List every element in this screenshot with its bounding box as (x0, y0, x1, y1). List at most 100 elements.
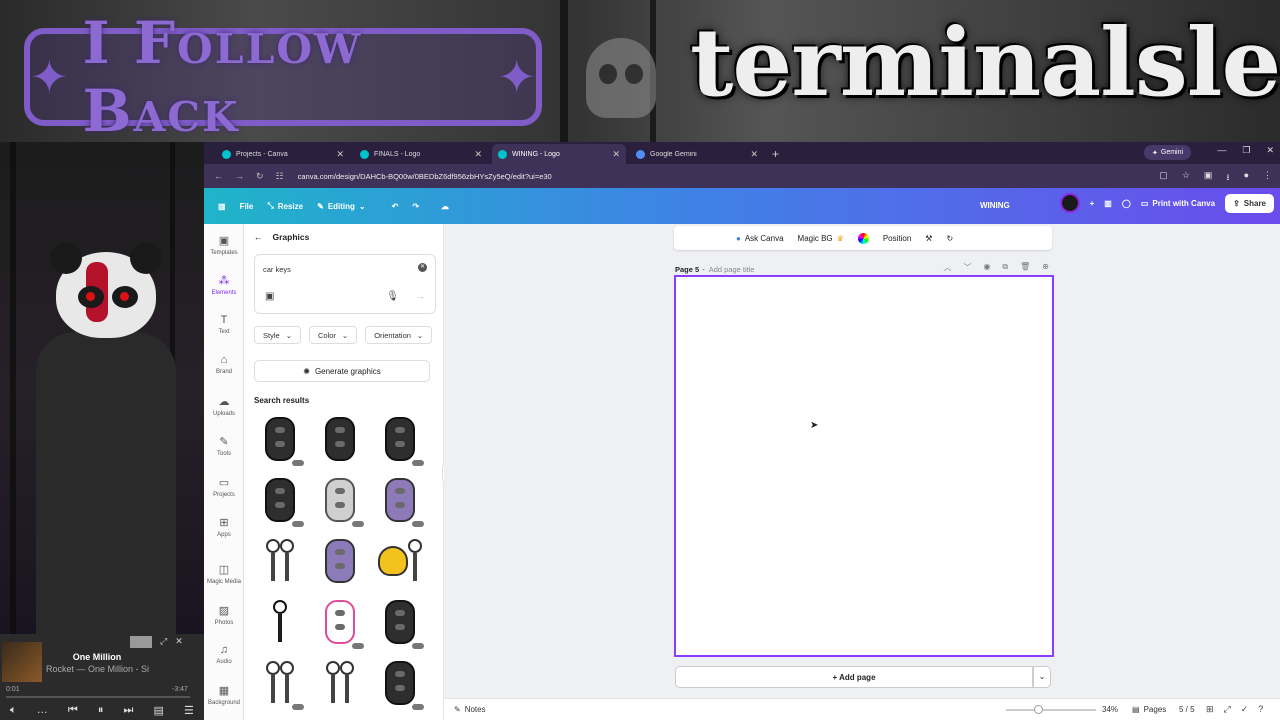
result-key-fob-dark[interactable] (372, 410, 428, 468)
seek-bar[interactable] (6, 696, 190, 698)
zoom-slider[interactable] (1006, 709, 1096, 711)
result-flip-key[interactable] (252, 471, 308, 529)
queue-icon[interactable]: ☰ (184, 704, 194, 717)
filter-color[interactable]: Color ⌄ (308, 326, 358, 344)
site-info-icon[interactable]: ☷ (276, 171, 284, 182)
result-car-key-black[interactable] (252, 593, 308, 651)
help-icon[interactable]: ? (1258, 704, 1263, 715)
volume-icon[interactable]: 🔈︎ (10, 704, 17, 717)
new-tab-button[interactable]: + (772, 144, 779, 164)
reload-icon[interactable]: ↻ (256, 171, 264, 182)
result-key-fob-dark[interactable] (312, 410, 368, 468)
rail-item-templates[interactable]: ▣ Templates (204, 234, 244, 256)
zoom-value[interactable]: 34% (1102, 705, 1118, 714)
hide-page-icon[interactable]: ◉ (983, 262, 990, 273)
sidebar-toggle-icon[interactable]: ▥ (218, 202, 226, 211)
expand-icon[interactable]: ⤢ (160, 636, 167, 648)
ask-canva-button[interactable]: ● Ask Canva (736, 234, 784, 243)
check-icon[interactable]: ✓ (1241, 704, 1249, 715)
more-icon[interactable]: … (37, 704, 48, 716)
tab-projects-canva[interactable]: Projects - Canva ✕ (216, 144, 350, 164)
page-icon[interactable]: ▢ (1159, 170, 1168, 186)
result-key-ring[interactable] (252, 532, 308, 590)
cast-icon[interactable]: ▣ (1204, 170, 1213, 186)
microphone-icon[interactable]: 🎙︎ (386, 291, 399, 302)
print-with-canva-button[interactable]: ▭ Print with Canva (1141, 199, 1215, 208)
back-arrow-icon[interactable]: ← (254, 232, 263, 242)
close-icon[interactable]: ✕ (175, 636, 183, 648)
page-title-input[interactable]: Add page title (709, 265, 755, 274)
rail-item-projects[interactable]: ▭ Projects (204, 476, 244, 498)
back-icon[interactable]: ← (214, 171, 223, 182)
result-flip-key-grey[interactable] (312, 471, 368, 529)
redo-icon[interactable]: ↷ (412, 202, 419, 211)
notes-button[interactable]: ✎ Notes (454, 705, 486, 714)
fullscreen-icon[interactable]: ⤢ (1224, 704, 1231, 715)
profile-icon[interactable]: ● (1244, 170, 1249, 186)
rail-item-apps[interactable]: ⊞ Apps (204, 516, 244, 538)
pause-icon[interactable]: ⏸︎ (98, 704, 104, 717)
tab-google-gemini[interactable]: Google Gemini ✕ (630, 144, 764, 164)
zoom-slider-thumb[interactable] (1034, 705, 1043, 714)
result-heart-lock-key[interactable] (372, 532, 428, 590)
generate-graphics-button[interactable]: ✺ Generate graphics (254, 360, 430, 382)
rail-item-text[interactable]: T Text (204, 314, 244, 335)
refresh-icon[interactable]: ↻ (946, 234, 953, 243)
close-window-icon[interactable]: ✕ (1266, 145, 1274, 156)
lyrics-icon[interactable]: ▤ (154, 704, 164, 717)
gemini-button[interactable]: ✦ Gemini (1144, 145, 1192, 160)
rail-item-elements[interactable]: ⁂ Elements (204, 274, 244, 296)
submit-arrow-icon[interactable]: → (416, 291, 425, 301)
paint-format-icon[interactable]: ⚒ (925, 234, 932, 243)
delete-page-icon[interactable]: 🗑︎ (1020, 262, 1030, 273)
tab-close-icon[interactable]: ✕ (474, 149, 482, 160)
chevron-down-icon[interactable]: ﹀ (963, 262, 971, 273)
tab-close-icon[interactable]: ✕ (336, 149, 344, 160)
user-avatar[interactable] (1059, 193, 1080, 213)
share-button[interactable]: ⇪ Share (1225, 193, 1274, 213)
chevron-up-icon[interactable]: ︿ (943, 262, 951, 273)
bookmark-star-icon[interactable]: ☆ (1182, 170, 1190, 186)
rail-item-audio[interactable]: ♫ Audio (204, 644, 244, 665)
grid-view-icon[interactable]: ⊞ (1206, 704, 1214, 715)
insights-chart-icon[interactable]: ▥ (1104, 199, 1112, 208)
result-key-fob-dark[interactable] (372, 654, 428, 712)
add-page-options-icon[interactable]: ⌄ (1033, 666, 1051, 688)
clear-search-icon[interactable]: ✕ (418, 263, 427, 272)
tab-wining-logo[interactable]: WINING - Logo ✕ (492, 144, 626, 164)
pages-button[interactable]: ▤ Pages (1132, 705, 1166, 714)
result-key-fob-purple[interactable] (372, 471, 428, 529)
file-menu[interactable]: File (240, 202, 254, 211)
menu-dots-icon[interactable]: ⋮ (1263, 170, 1272, 186)
undo-icon[interactable]: ↶ (392, 202, 399, 211)
color-picker[interactable] (857, 232, 869, 244)
result-key-fob-pink[interactable] (312, 593, 368, 651)
rail-item-uploads[interactable]: ☁ Uploads (204, 395, 244, 417)
add-page-icon[interactable]: ⊕ (1042, 262, 1049, 273)
tab-finals-logo[interactable]: FINALS - Logo ✕ (354, 144, 488, 164)
minimize-icon[interactable]: — (1217, 145, 1226, 156)
resize-button[interactable]: ⤡ Resize (267, 201, 303, 211)
position-button[interactable]: Position (883, 234, 911, 243)
design-page[interactable] (674, 275, 1054, 657)
image-search-icon[interactable]: ▣ (265, 291, 274, 302)
search-input[interactable]: car keys (263, 265, 291, 274)
forward-icon[interactable]: → (235, 171, 244, 182)
add-page-button[interactable]: + Add page (675, 666, 1033, 688)
tab-close-icon[interactable]: ✕ (750, 149, 758, 160)
result-key-ring[interactable] (252, 654, 308, 712)
rail-item-magic-media[interactable]: ◫ Magic Media (204, 563, 244, 585)
add-collaborator-icon[interactable]: + (1090, 199, 1095, 208)
download-icon[interactable]: ⭳ (1226, 170, 1229, 186)
filter-orientation[interactable]: Orientation ⌄ (365, 326, 433, 344)
cloud-save-icon[interactable]: ☁ (441, 202, 449, 211)
duplicate-page-icon[interactable]: ⧉ (1002, 262, 1008, 273)
result-key-fob-dark[interactable] (252, 410, 308, 468)
editing-mode-dropdown[interactable]: ✎ Editing ⌄ (317, 202, 366, 211)
tab-close-icon[interactable]: ✕ (612, 149, 620, 160)
design-name[interactable]: WINING (980, 201, 1010, 210)
rail-item-brand[interactable]: ⌂ Brand (204, 354, 244, 375)
result-flip-key[interactable] (372, 593, 428, 651)
miniplayer-toggle[interactable] (130, 636, 152, 648)
graphics-search-box[interactable]: car keys ✕ ▣ 🎙︎ → (254, 254, 436, 314)
